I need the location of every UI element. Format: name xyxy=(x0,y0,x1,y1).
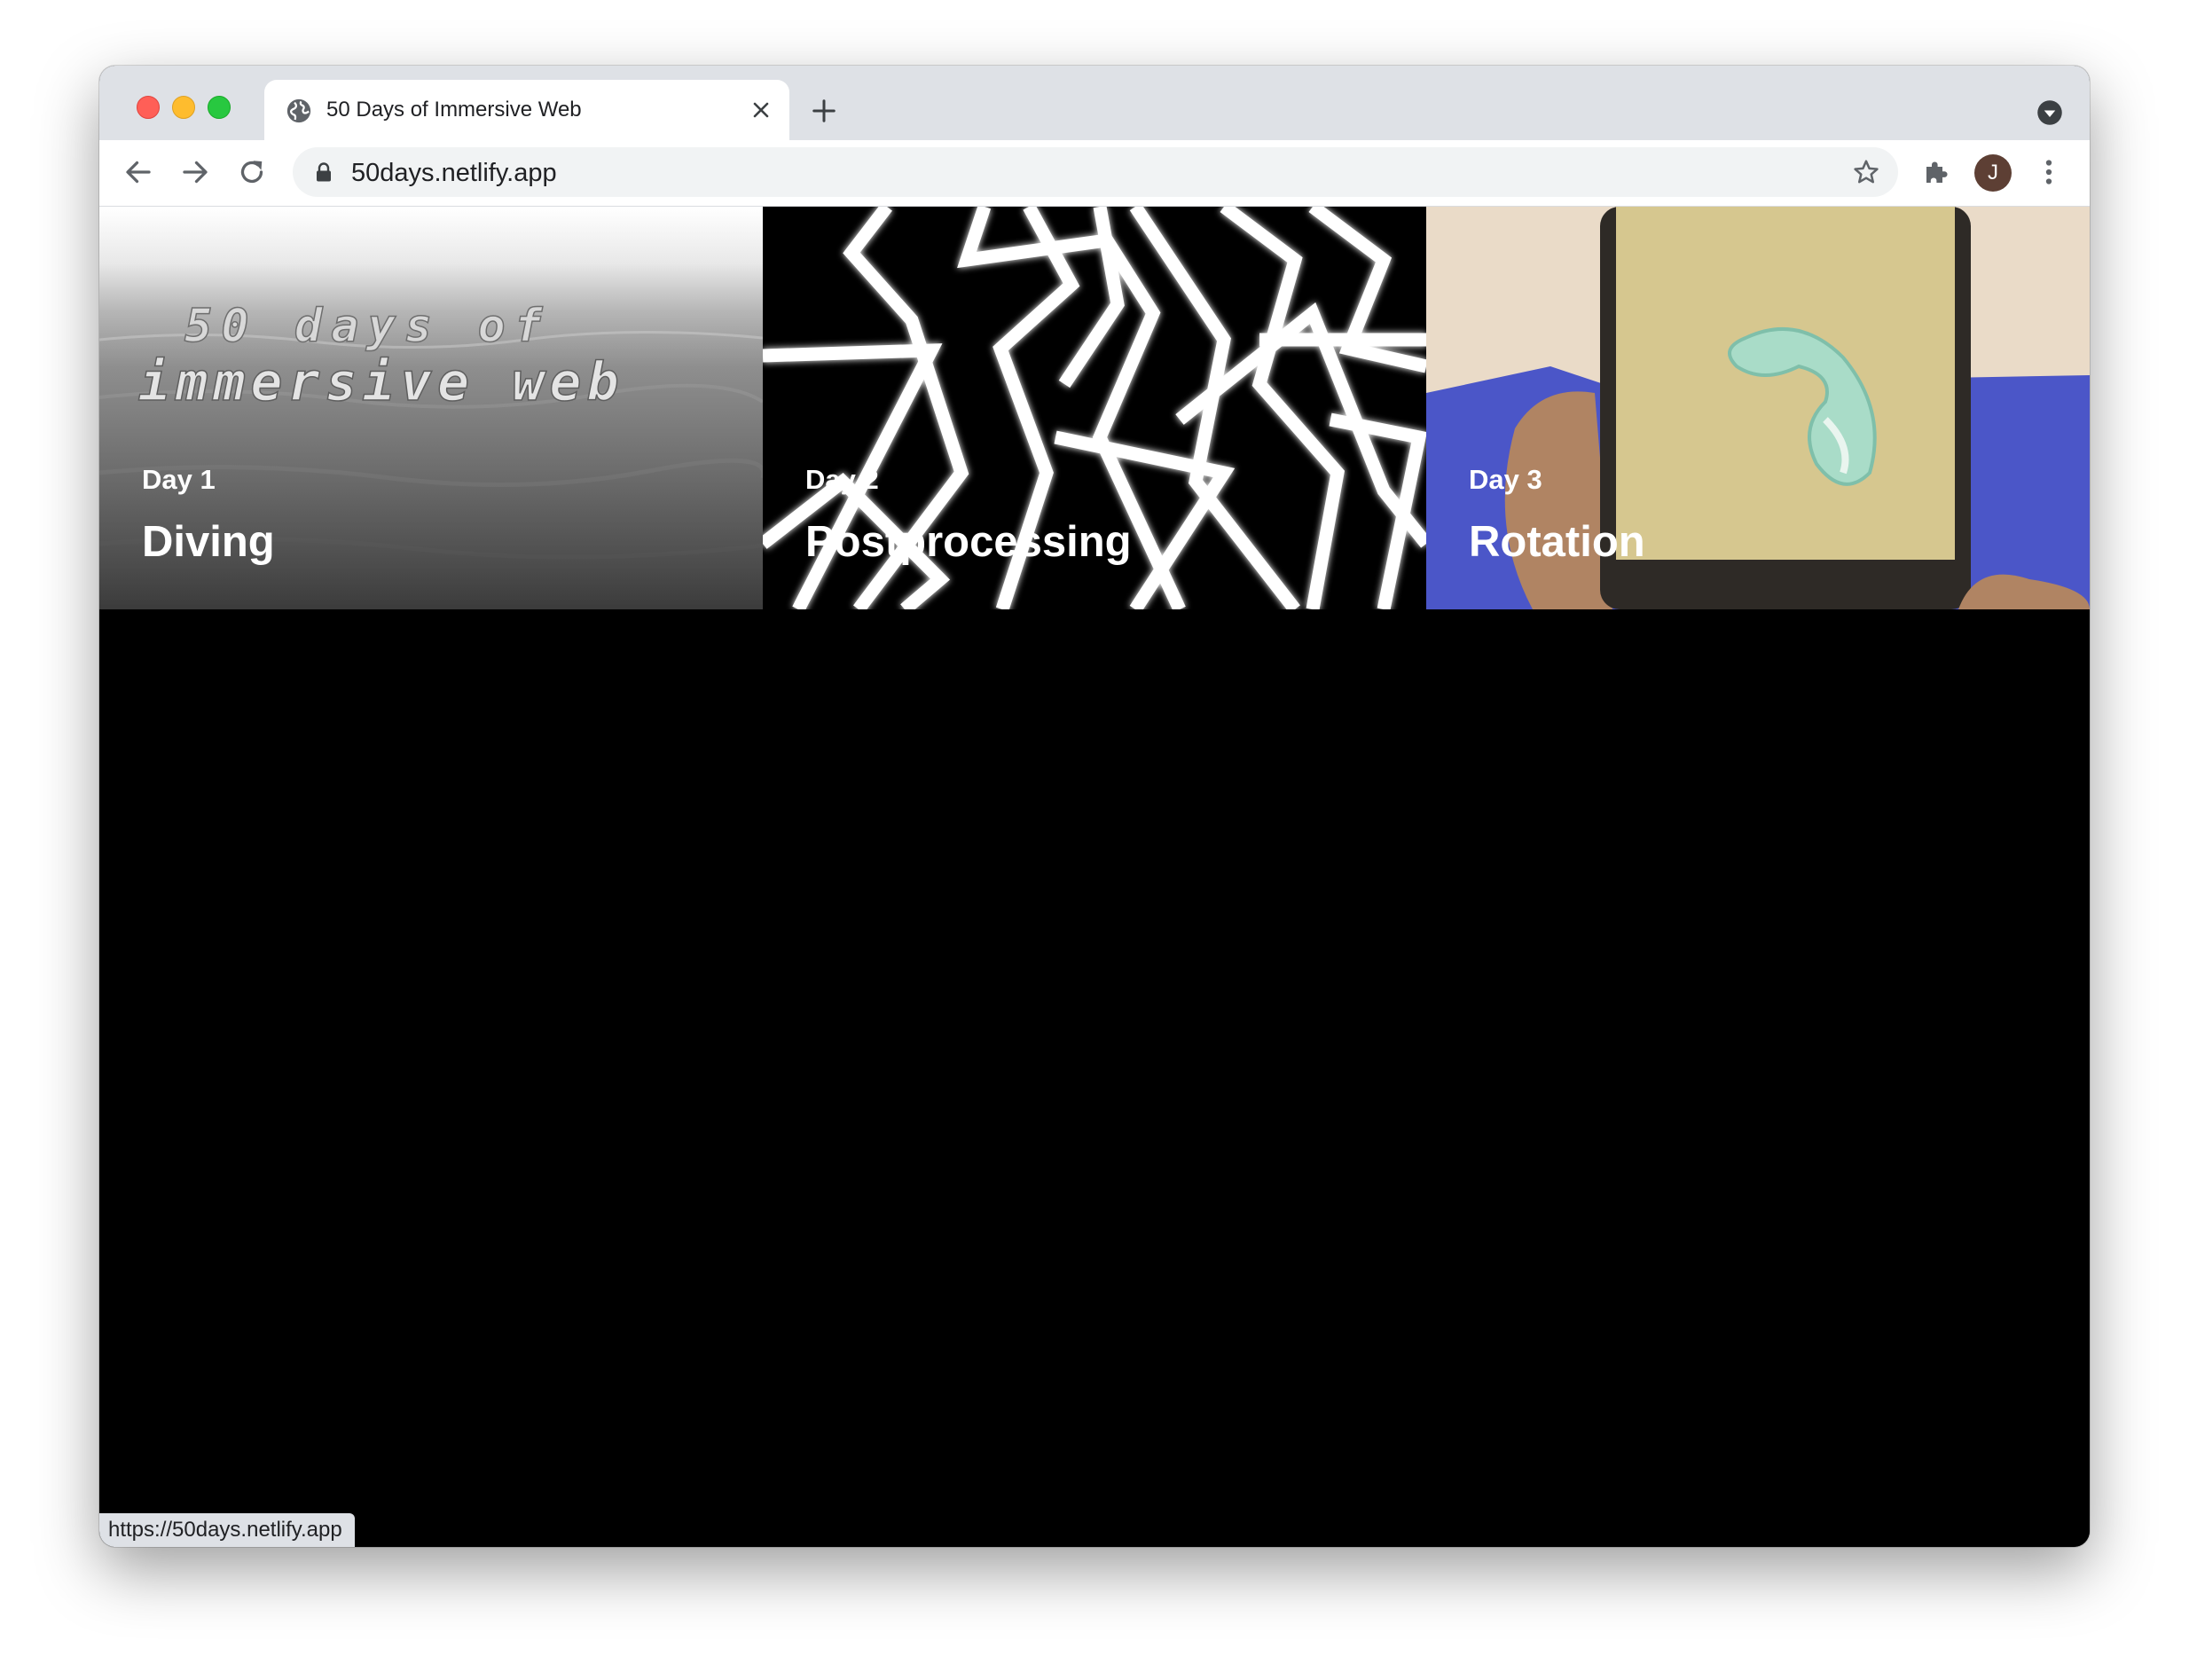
globe-icon xyxy=(286,98,311,123)
card-title: Diving xyxy=(142,518,275,566)
lock-icon[interactable] xyxy=(314,161,333,183)
tab-search-icon[interactable] xyxy=(2036,99,2063,126)
close-window-button[interactable] xyxy=(137,96,160,119)
url-text[interactable]: 50days.netlify.app xyxy=(351,159,557,188)
forward-icon[interactable] xyxy=(179,156,211,188)
card-day-label: Day 3 xyxy=(1469,464,1542,495)
profile-avatar[interactable]: J xyxy=(1974,154,2012,192)
page-content: 50 days of immersive web Day 1 Diving Da… xyxy=(99,207,2090,1547)
minimize-window-button[interactable] xyxy=(172,96,195,119)
reload-icon[interactable] xyxy=(236,156,268,188)
close-tab-icon[interactable] xyxy=(750,99,772,121)
back-icon[interactable] xyxy=(122,156,154,188)
link-status-bubble: https://50days.netlify.app xyxy=(99,1513,355,1547)
day-card-1[interactable]: 50 days of immersive web Day 1 Diving xyxy=(99,207,763,609)
browser-window: 50 Days of Immersive Web 50days.netlify.… xyxy=(99,66,2090,1547)
card-day-label: Day 2 xyxy=(805,464,879,495)
maximize-window-button[interactable] xyxy=(208,96,231,119)
card-title: Postprocessing xyxy=(805,518,1132,566)
new-tab-icon[interactable] xyxy=(811,98,837,124)
address-bar[interactable]: 50days.netlify.app xyxy=(293,147,1898,197)
extensions-puzzle-icon[interactable] xyxy=(1921,156,1953,188)
bookmark-star-icon[interactable] xyxy=(1852,158,1880,186)
menu-kebab-icon[interactable] xyxy=(2033,156,2065,188)
browser-toolbar: 50days.netlify.app J xyxy=(99,140,2090,207)
tab-title: 50 Days of Immersive Web xyxy=(326,98,582,122)
day-card-3[interactable]: Day 3 Rotation xyxy=(1426,207,2090,609)
tab-strip: 50 Days of Immersive Web xyxy=(99,66,2090,140)
day-card-2[interactable]: Day 2 Postprocessing xyxy=(763,207,1426,609)
artwork-text-line1: 50 days of xyxy=(184,300,551,353)
tab-active[interactable]: 50 Days of Immersive Web xyxy=(264,80,789,140)
card-day-label: Day 1 xyxy=(142,464,216,495)
card-title: Rotation xyxy=(1469,518,1645,566)
artwork-text-line2: immersive web xyxy=(138,351,624,413)
